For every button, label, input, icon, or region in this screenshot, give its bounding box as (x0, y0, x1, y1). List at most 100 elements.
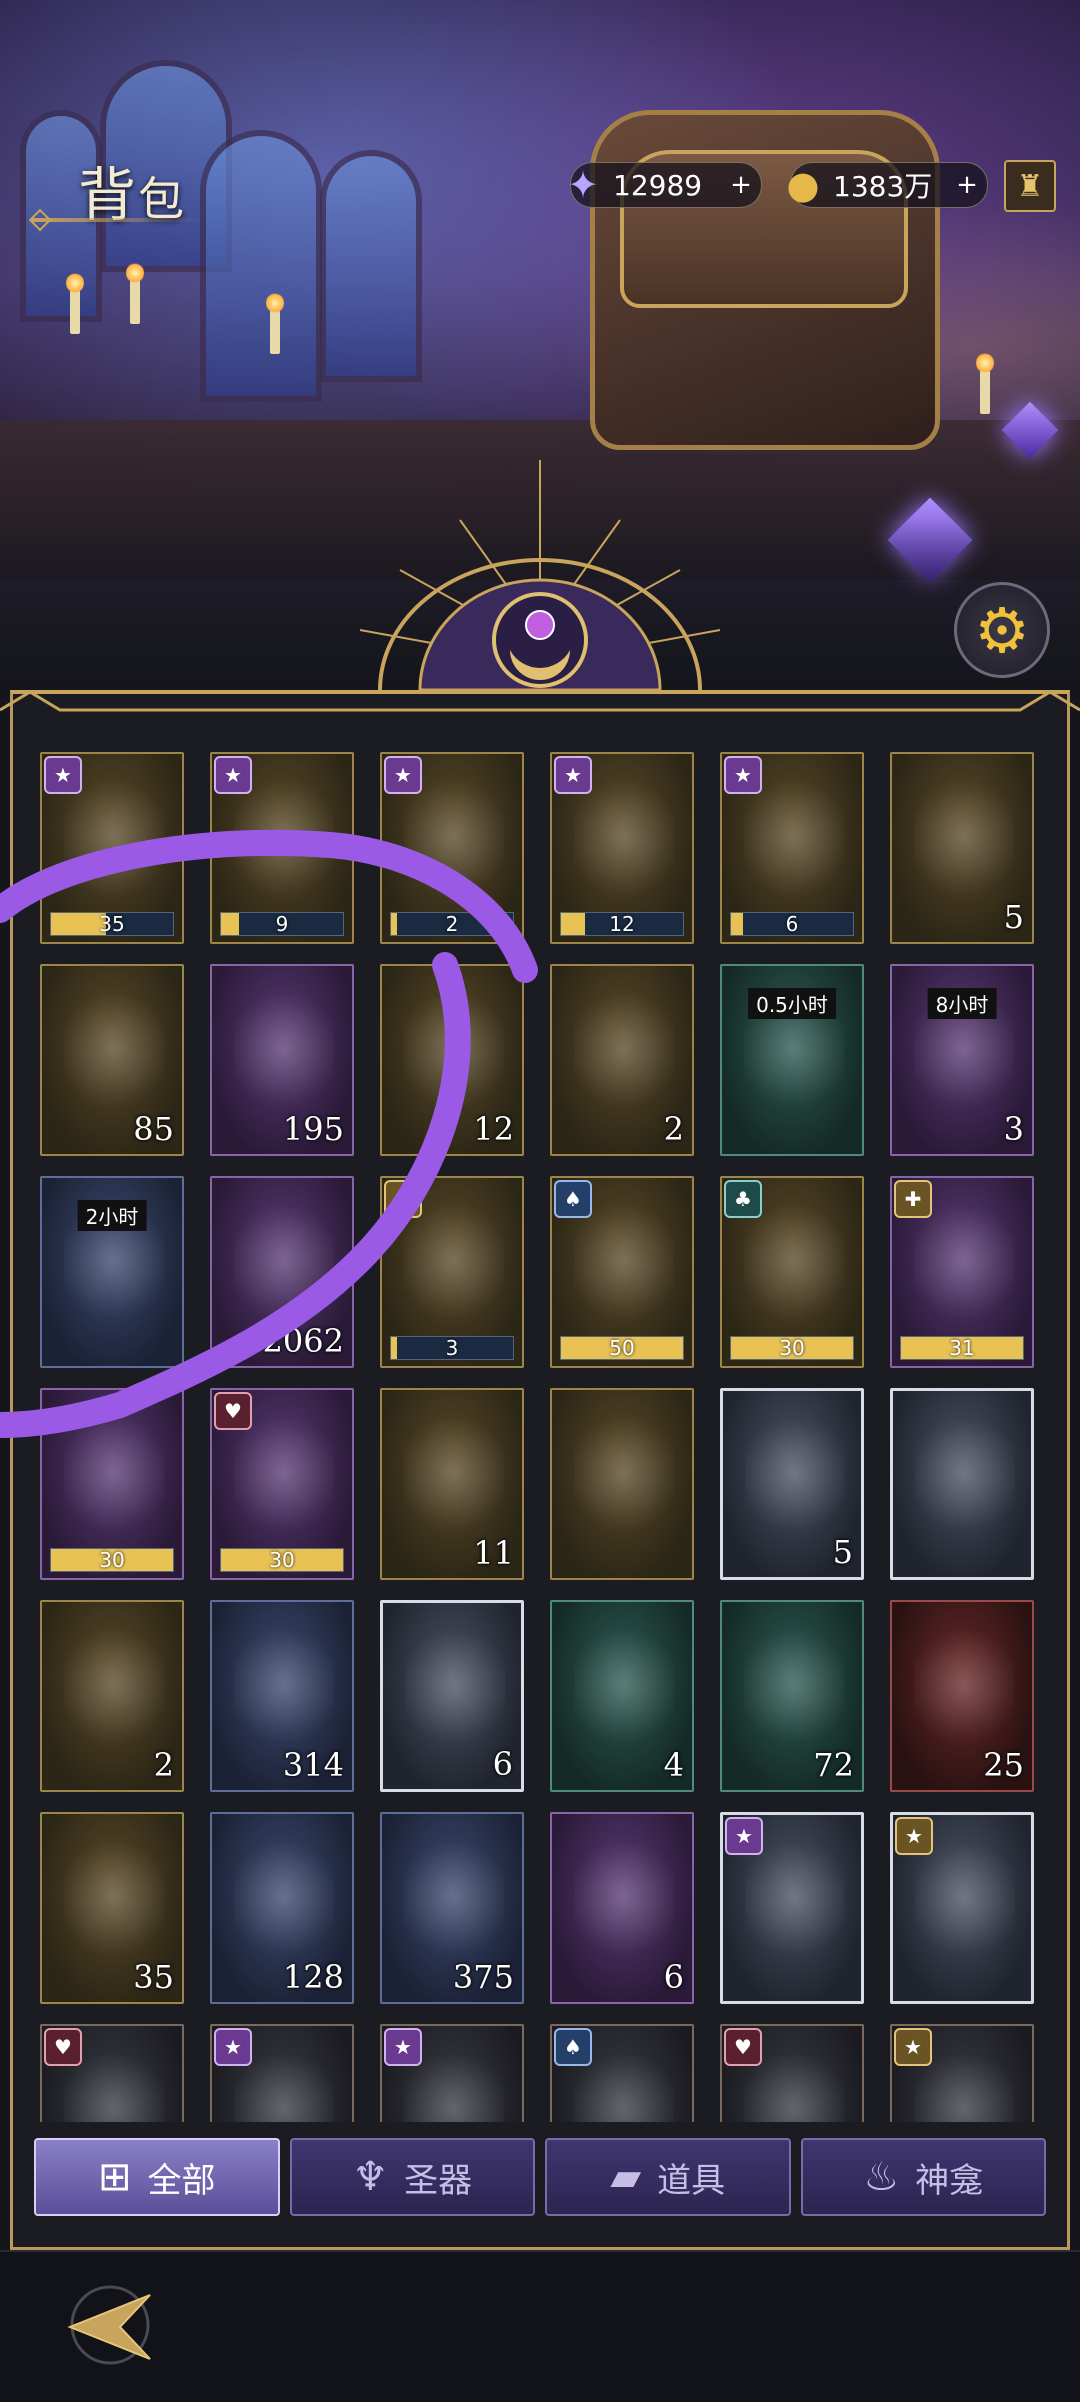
plus-icon[interactable]: + (721, 170, 761, 200)
item-slot-exp-chest[interactable]: 8小时 3 (890, 964, 1034, 1156)
timer-label: 8小时 (927, 988, 997, 1019)
item-slot-purple-heart-crystal[interactable]: ♥ 30 (210, 1388, 354, 1580)
item-slot-relic-shell[interactable]: ★ (890, 1812, 1034, 2004)
item-count: 35 (133, 1958, 174, 1996)
item-slot-red-crystal-cluster[interactable]: 6 (380, 1600, 524, 1792)
red-crystal-cluster-icon (405, 1633, 505, 1753)
star-badge-icon: ★ (894, 2028, 932, 2066)
star-badge-icon: ★ (44, 756, 82, 794)
club-crystal-icon (744, 1208, 844, 1328)
item-slot-character-fragment[interactable]: ★ 9 (210, 752, 354, 944)
ice-hammer-icon (745, 1421, 845, 1541)
item-slot-yellow-refresh-crystal[interactable]: 11 (380, 1388, 524, 1580)
panel-ornament (0, 690, 1080, 712)
currency-crystal[interactable]: ✦ 12989 + (567, 162, 762, 208)
item-slot-purple-dust[interactable]: 128 (210, 1812, 354, 2004)
item-slot-club-crystal[interactable]: ♣ 30 (720, 1176, 864, 1368)
item-slot-relic-shell[interactable]: ★ (720, 1812, 864, 2004)
partial-item-icon (234, 2056, 334, 2122)
progress-count: 3 (445, 1336, 459, 1360)
item-slot-potion-flask[interactable]: 2 (550, 964, 694, 1156)
tab-all[interactable]: ⊞ 全部 (34, 2138, 280, 2216)
item-slot-fireworks[interactable]: 12 (380, 964, 524, 1156)
progress-count: 2 (445, 912, 459, 936)
star-badge-icon: ★ (724, 756, 762, 794)
star-badge-icon: ★ (214, 2028, 252, 2066)
purple-spade-crystal-icon (64, 1420, 164, 1540)
red-potion-icon (914, 1632, 1014, 1752)
dark-feather-icon (234, 996, 334, 1116)
item-slot-purple-spade-crystal[interactable]: ✚ 31 (890, 1176, 1034, 1368)
item-slot-spade-crystal[interactable]: ✚ 3 (380, 1176, 524, 1368)
lavender-dust-icon (404, 1844, 504, 1964)
star-badge-icon: ★ (554, 756, 592, 794)
item-slot-orange-potion[interactable]: 35 (40, 1812, 184, 2004)
item-slot-heart-padlock[interactable] (550, 1388, 694, 1580)
item-slot-golden-feather[interactable]: 85 (40, 964, 184, 1156)
item-slot-coin-pouch[interactable]: 2小时 (40, 1176, 184, 1368)
item-slot-partial-item[interactable]: ♥ (720, 2024, 864, 2122)
yellow-refresh-crystal-icon (404, 1420, 504, 1540)
star-badge-icon: ★ (384, 2028, 422, 2066)
item-slot-partial-item[interactable]: ♥ (40, 2024, 184, 2122)
item-slot-partial-item[interactable]: ★ (380, 2024, 524, 2122)
tab-shrine[interactable]: ♨ 神龛 (800, 2138, 1046, 2216)
item-slot-red-crystal[interactable]: 4 (550, 1600, 694, 1792)
back-arrow-icon[interactable] (50, 2275, 160, 2375)
progress-bar: 12 (560, 912, 684, 936)
moon-emblem (359, 460, 721, 690)
progress-bar: 50 (560, 1336, 684, 1360)
candle (66, 272, 84, 334)
item-slot-ice-hammer[interactable]: 5 (720, 1388, 864, 1580)
star-badge-icon: ★ (214, 756, 252, 794)
money-bag-icon[interactable]: ♜ (1004, 160, 1056, 212)
orange-potion-icon (64, 1844, 164, 1964)
item-slot-red-potion[interactable]: 25 (890, 1600, 1034, 1792)
character-fragment-icon (404, 784, 504, 904)
timer-label: 0.5小时 (748, 988, 836, 1019)
cross-badge-icon: ✚ (894, 1180, 932, 1218)
item-slot-red-triangle-gem[interactable]: 2 (40, 1600, 184, 1792)
item-slot-purple-spade-crystal[interactable]: 30 (40, 1388, 184, 1580)
bottom-bar (0, 2250, 1080, 2402)
golden-feather-icon (64, 996, 164, 1116)
item-slot-character-fragment[interactable]: ★ 12 (550, 752, 694, 944)
item-slot-blue-drop-gem[interactable]: 314 (210, 1600, 354, 1792)
heart-padlock-icon (574, 1420, 674, 1540)
item-slot-treasure-chest[interactable]: 0.5小时 (720, 964, 864, 1156)
item-count: 3 (1003, 1110, 1024, 1148)
item-slot-dark-feather[interactable]: 195 (210, 964, 354, 1156)
tab-items[interactable]: ▰ 道具 (545, 2138, 791, 2216)
timer-label: 2小时 (77, 1200, 147, 1231)
item-slot-lavender-dust[interactable]: 375 (380, 1812, 524, 2004)
item-slot-spade-crystal[interactable]: ♠ 50 (550, 1176, 694, 1368)
item-slot-character-fragment[interactable]: ★ 2 (380, 752, 524, 944)
item-slot-partial-item[interactable]: ★ (890, 2024, 1034, 2122)
item-count: 5 (1003, 898, 1024, 936)
currency-gold[interactable]: ● 1383万 + (786, 162, 988, 208)
progress-bar: 31 (900, 1336, 1024, 1360)
star-emblem-icon (915, 1421, 1015, 1541)
gear-icon[interactable]: ⚙ (954, 582, 1050, 678)
item-slot-golden-key[interactable]: 5 (890, 752, 1034, 944)
item-slot-partial-item[interactable]: ♠ (550, 2024, 694, 2122)
partial-item-icon (744, 2056, 844, 2122)
golden-key-icon (914, 784, 1014, 904)
item-slot-purple-orb[interactable]: 6 (550, 1812, 694, 2004)
plus-icon[interactable]: + (947, 170, 987, 200)
item-slot-character-fragment[interactable]: ★ 6 (720, 752, 864, 944)
relic-shell-icon (915, 1845, 1015, 1965)
item-slot-partial-item[interactable]: ★ (210, 2024, 354, 2122)
item-slot-swap-token[interactable]: 2062 (210, 1176, 354, 1368)
item-slot-ornate-scepter[interactable]: 72 (720, 1600, 864, 1792)
item-slot-character-fragment[interactable]: ★ 35 (40, 752, 184, 944)
progress-bar: 30 (730, 1336, 854, 1360)
chalice-icon: ♆ (352, 2154, 389, 2200)
title-ornament (32, 218, 202, 222)
tab-relics[interactable]: ♆ 圣器 (289, 2138, 535, 2216)
red-crystal-icon (574, 1632, 674, 1752)
progress-count: 50 (609, 1336, 635, 1360)
item-slot-star-emblem[interactable] (890, 1388, 1034, 1580)
progress-bar: 35 (50, 912, 174, 936)
item-count: 4 (663, 1746, 684, 1784)
